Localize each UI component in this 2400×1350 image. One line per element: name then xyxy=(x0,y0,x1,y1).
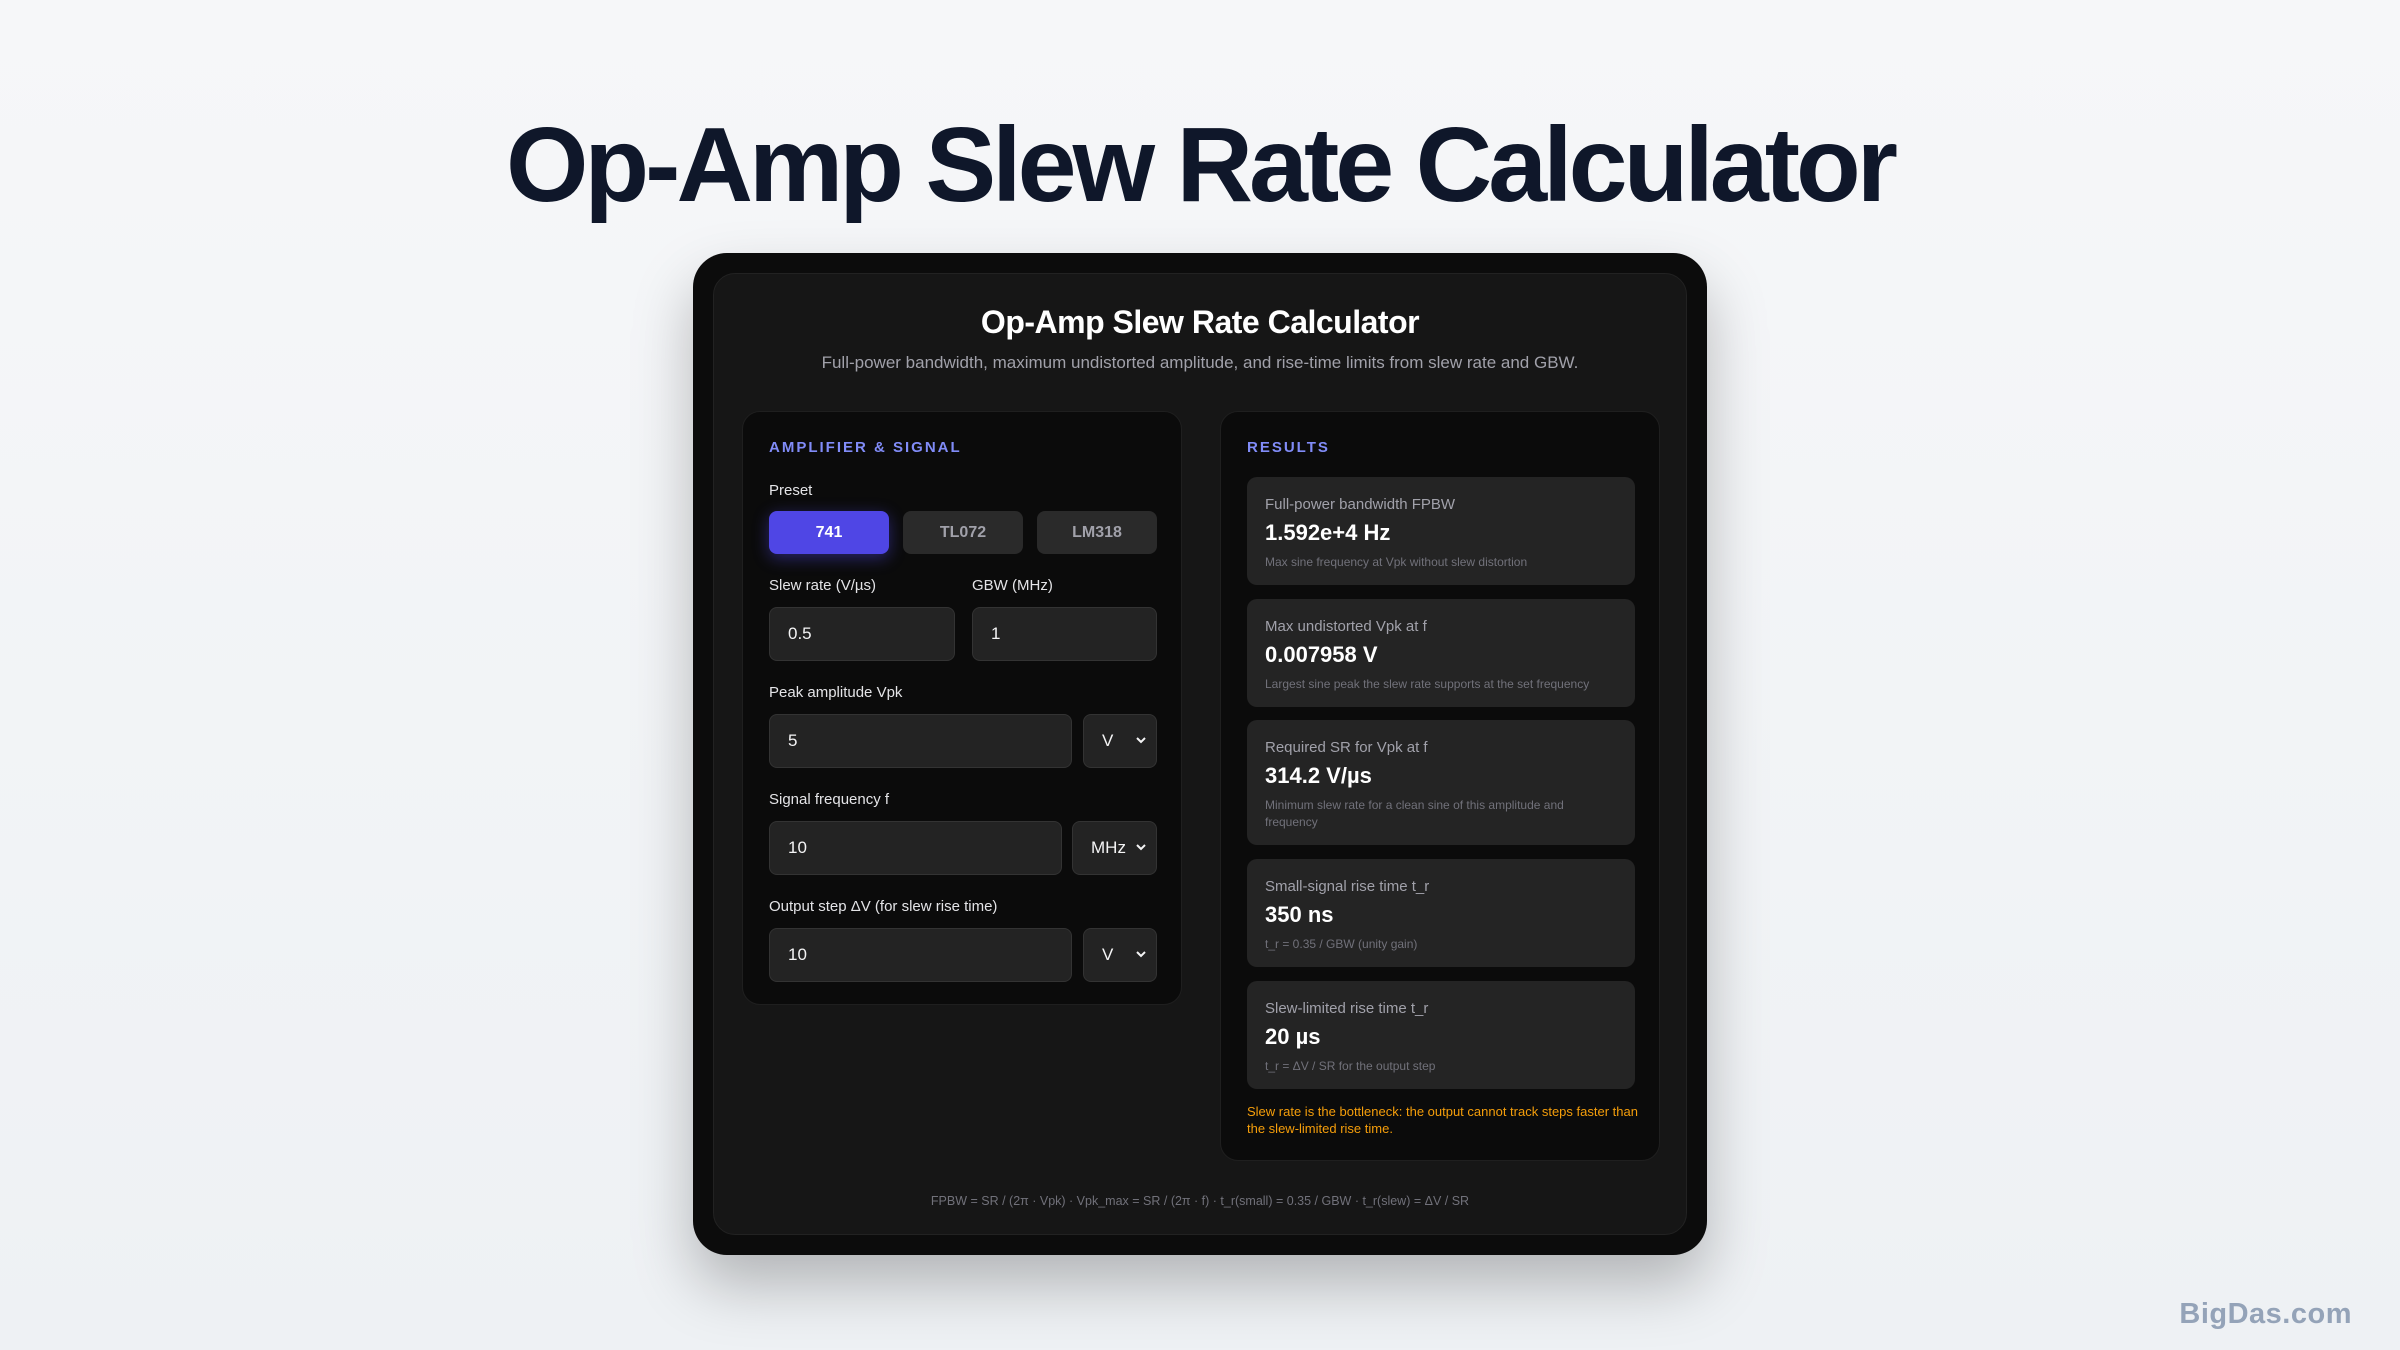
watermark: BigDas.com xyxy=(2179,1298,2352,1330)
preset-button-tl072[interactable]: TL072 xyxy=(903,511,1023,554)
result-note: Max sine frequency at Vpk without slew d… xyxy=(1265,555,1528,569)
step-unit-value: V xyxy=(1102,945,1114,964)
frequency-unit-value: MHz xyxy=(1091,838,1126,857)
signal-frequency-input[interactable]: 10 xyxy=(769,821,1062,875)
panel-header-inputs: AMPLIFIER & SIGNAL xyxy=(769,439,962,456)
app-title: Op-Amp Slew Rate Calculator xyxy=(980,304,1420,340)
result-card-required-sr: Required SR for Vpk at f 314.2 V/µs Mini… xyxy=(1247,720,1635,845)
result-value: 0.007958 V xyxy=(1265,642,1378,667)
amplifier-signal-panel: AMPLIFIER & SIGNAL Preset 741 TL072 LM31… xyxy=(742,411,1182,1005)
result-card-small-signal-rise: Small-signal rise time t_r 350 ns t_r = … xyxy=(1247,859,1635,967)
gbw-input[interactable]: 1 xyxy=(972,607,1157,661)
step-unit-select[interactable]: V xyxy=(1083,928,1157,982)
gbw-label: GBW (MHz) xyxy=(972,577,1053,594)
result-label: Small-signal rise time t_r xyxy=(1265,878,1430,895)
peak-unit-value: V xyxy=(1102,731,1114,750)
result-label: Full-power bandwidth FPBW xyxy=(1265,496,1456,513)
result-note: Minimum slew rate for a clean sine of th… xyxy=(1265,798,1564,829)
output-step-input[interactable]: 10 xyxy=(769,928,1072,982)
bottleneck-warning: Slew rate is the bottleneck: the output … xyxy=(1247,1104,1638,1136)
chevron-down-icon xyxy=(1136,844,1146,851)
result-value: 314.2 V/µs xyxy=(1265,763,1372,788)
app-subtitle: Full-power bandwidth, maximum undistorte… xyxy=(821,353,1579,372)
result-value: 350 ns xyxy=(1265,902,1334,927)
panel-header-results: RESULTS xyxy=(1247,439,1330,456)
output-step-label: Output step ΔV (for slew rise time) xyxy=(769,898,998,915)
peak-amplitude-label: Peak amplitude Vpk xyxy=(769,684,903,701)
signal-frequency-label: Signal frequency f xyxy=(769,791,890,808)
result-note: Largest sine peak the slew rate supports… xyxy=(1265,677,1590,691)
preset-button-lm318[interactable]: LM318 xyxy=(1037,511,1157,554)
page-title: Op-Amp Slew Rate Calculator xyxy=(505,106,1898,224)
result-label: Max undistorted Vpk at f xyxy=(1265,618,1427,635)
preset-button-741[interactable]: 741 xyxy=(769,511,889,554)
result-card-fpbw: Full-power bandwidth FPBW 1.592e+4 Hz Ma… xyxy=(1247,477,1635,585)
app-screen: Op-Amp Slew Rate Calculator Full-power b… xyxy=(713,273,1687,1235)
result-value: 20 µs xyxy=(1265,1024,1321,1049)
frequency-unit-select[interactable]: MHz xyxy=(1072,821,1157,875)
device-frame: Op-Amp Slew Rate Calculator Full-power b… xyxy=(693,253,1707,1255)
chevron-down-icon xyxy=(1136,951,1146,958)
formula-footer: FPBW = SR / (2π · Vpk) · Vpk_max = SR / … xyxy=(930,1194,1470,1208)
slew-rate-label: Slew rate (V/µs) xyxy=(769,577,876,594)
chevron-down-icon xyxy=(1136,737,1146,744)
slew-rate-input[interactable]: 0.5 xyxy=(769,607,955,661)
result-card-max-vpk: Max undistorted Vpk at f 0.007958 V Larg… xyxy=(1247,599,1635,707)
result-label: Slew-limited rise time t_r xyxy=(1265,1000,1429,1017)
result-card-slew-limited-rise: Slew-limited rise time t_r 20 µs t_r = Δ… xyxy=(1247,981,1635,1089)
result-note: t_r = 0.35 / GBW (unity gain) xyxy=(1265,937,1418,951)
preset-label: Preset xyxy=(769,482,813,499)
peak-amplitude-input[interactable]: 5 xyxy=(769,714,1072,768)
results-panel: RESULTS Full-power bandwidth FPBW 1.592e… xyxy=(1220,411,1660,1161)
result-value: 1.592e+4 Hz xyxy=(1265,520,1391,545)
result-note: t_r = ΔV / SR for the output step xyxy=(1265,1059,1436,1073)
peak-unit-select[interactable]: V xyxy=(1083,714,1157,768)
result-label: Required SR for Vpk at f xyxy=(1265,739,1428,756)
